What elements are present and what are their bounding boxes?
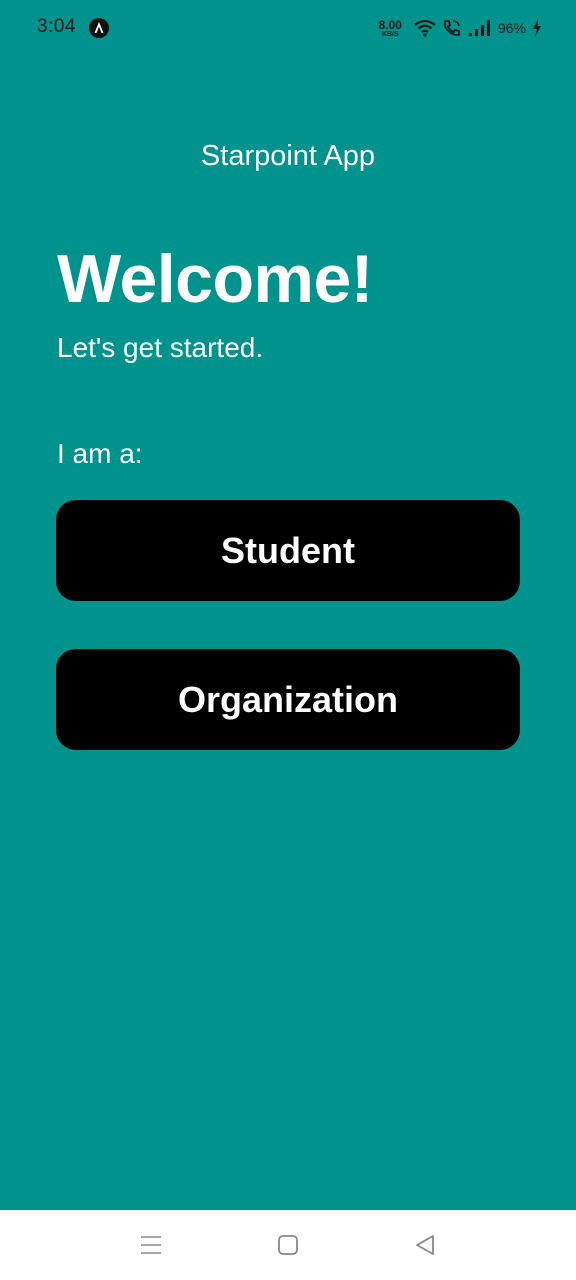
navigation-bar	[0, 1210, 576, 1280]
status-indicators: 8.00 KB/S 96%	[379, 15, 542, 41]
status-bar: 3:04 8.00 KB/S 96%	[0, 0, 576, 56]
wifi-icon	[414, 19, 436, 37]
charging-icon	[533, 19, 541, 37]
organization-button[interactable]: Organization	[56, 649, 520, 750]
app-notification-icon	[89, 18, 109, 38]
network-speed-value: 8.00	[378, 17, 402, 32]
welcome-heading: Welcome!	[57, 241, 373, 317]
network-speed: 8.00 KB/S	[379, 19, 402, 38]
wifi-call-icon	[444, 20, 460, 36]
organization-button-label: Organization	[177, 678, 398, 720]
welcome-subtitle: Let's get started.	[57, 332, 264, 363]
network-speed-unit: KB/S	[381, 30, 399, 38]
home-icon[interactable]	[275, 1232, 301, 1258]
app-title: Starpoint App	[200, 140, 376, 172]
student-button-label: Student	[221, 529, 355, 571]
signal-icon	[468, 20, 490, 36]
menu-icon[interactable]	[138, 1232, 164, 1258]
battery-percent: 96%	[497, 20, 526, 36]
role-prompt-label: I am a:	[57, 438, 143, 469]
student-button[interactable]: Student	[56, 500, 520, 601]
status-time: 3:04	[37, 16, 76, 37]
back-icon[interactable]	[412, 1232, 438, 1258]
